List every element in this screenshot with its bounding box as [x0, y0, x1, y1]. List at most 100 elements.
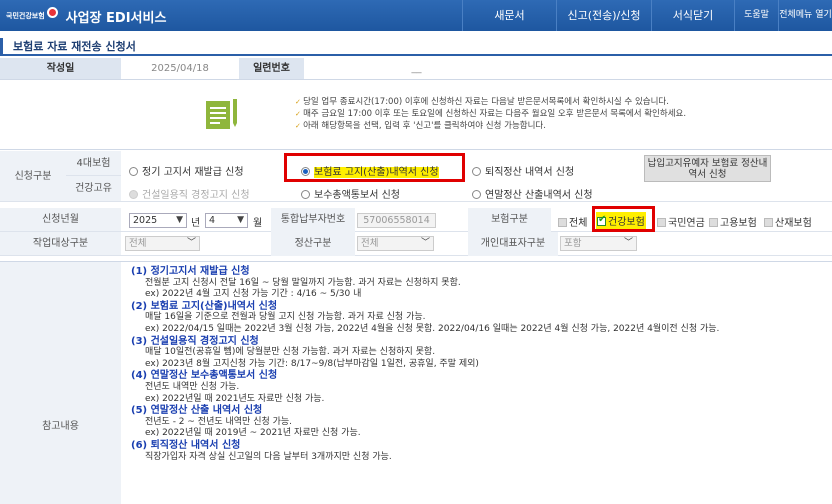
- reference-line: ex) 2022/04/15 일때는 2022년 3월 신청 가능, 2022년…: [145, 323, 720, 334]
- logo-text: 국민건강보험: [6, 12, 45, 20]
- nav-help[interactable]: 도움말: [734, 0, 778, 31]
- radio-icon: [129, 167, 138, 176]
- checkbox-icon: [558, 218, 567, 227]
- reference-label: 참고내용: [0, 262, 121, 504]
- reference-line: 직장가입자 자격 상실 신고일의 다음 날부터 3개까지만 신청 가능.: [145, 451, 392, 462]
- chevron-down-icon: ▼: [237, 215, 244, 225]
- option-label: 보수총액통보서 신청: [314, 190, 400, 201]
- reference-heading: (5) 연말정산 산출 내역서 신청: [131, 405, 263, 417]
- checkbox-all[interactable]: 전체: [558, 214, 587, 229]
- option-label: 보험료 고지(산출)내역서 신청: [314, 167, 439, 178]
- bill-number-field: 57006558014: [357, 213, 436, 228]
- rep-type-select[interactable]: 포함 ﹀: [560, 236, 637, 251]
- reference-body: (1) 정기고지서 재발급 신청 전월분 고지 신청시 전달 16일 ~ 당월 …: [131, 266, 831, 463]
- reference-line: 매달 10일전(공휴일 뻼)에 당월분만 신청 가능함. 과거 자료는 신청하지…: [145, 347, 436, 358]
- chevron-down-icon: ﹀: [623, 238, 633, 248]
- option-year-end-statement[interactable]: 연말정산 산출내역서 신청: [472, 186, 593, 201]
- option-label: 정기 고지서 재발급 신청: [142, 167, 244, 178]
- radio-disabled-icon: [129, 190, 138, 199]
- top-nav: 새문서 신고(전송)/신청 서식닫기 도움말 전체메뉴 열기: [462, 0, 832, 31]
- checkbox-icon: [657, 218, 666, 227]
- reference-line: 매달 16일을 기준으로 전월과 당월 고지 신청 가능함. 과거 자료 신청 …: [145, 312, 426, 323]
- reference-line: 전년도 - 2 ~ 전년도 내역만 신청 가능.: [145, 416, 293, 427]
- reference-line: ex) 2022년일 때 2019년 ~ 2021년 자료만 신청 가능.: [145, 428, 361, 439]
- notice-item: 아래 해당항목을 선택, 입력 후 '신고'를 클릭하여야 신청 가능합니다.: [295, 120, 686, 132]
- checkbox-icon: [764, 218, 773, 227]
- form-header-row: 작성일 2025/04/18 일련번호 __: [0, 58, 832, 80]
- document-icon: [206, 99, 237, 129]
- settle-type-value: 전체: [361, 238, 379, 249]
- reference-heading: (6) 퇴직정산 내역서 신청: [131, 439, 241, 451]
- nav-new-document[interactable]: 새문서: [462, 0, 556, 31]
- nav-close-form[interactable]: 서식닫기: [651, 0, 734, 31]
- notice-box: 당일 업무 종료시간(17:00) 이후에 신청하신 자료는 다음날 받은문서목…: [0, 80, 832, 150]
- nav-open-all-menu[interactable]: 전체메뉴 열기: [778, 0, 832, 31]
- logo[interactable]: 국민건강보험 사업장 EDI서비스: [6, 6, 166, 26]
- checkbox-label: 국민연금: [668, 218, 705, 229]
- checkbox-label: 전체: [569, 218, 588, 229]
- rep-type-label: 개인대표자구분: [468, 232, 558, 256]
- reference-section: 참고내용 (1) 정기고지서 재발급 신청 전월분 고지 신청시 전달 16일 …: [0, 261, 832, 504]
- checkbox-health-insurance[interactable]: 건강보험: [596, 212, 646, 229]
- option-regular-bill-reissue[interactable]: 정기 고지서 재발급 신청: [129, 163, 244, 178]
- radio-icon: [472, 167, 481, 176]
- app-title: 사업장 EDI서비스: [65, 10, 167, 26]
- notice-item: 당일 업무 종료시간(17:00) 이후에 신청하신 자료는 다음날 받은문서목…: [295, 96, 686, 108]
- chevron-down-icon: ﹀: [420, 238, 430, 248]
- chevron-down-icon: ▼: [176, 215, 183, 225]
- page-title: 보험료 자료 재전송 신청서: [0, 38, 832, 54]
- chevron-down-icon: ﹀: [186, 238, 196, 248]
- month-select[interactable]: 4 ▼: [205, 213, 248, 228]
- reference-line: 전월분 고지 신청시 전달 16일 ~ 당월 말일까지 가능함. 과거 자료는 …: [145, 277, 461, 288]
- apply-group2-label: 건강고유: [66, 176, 121, 202]
- reference-heading: (1) 정기고지서 재발급 신청: [131, 266, 250, 277]
- radio-selected-icon: [301, 167, 310, 176]
- work-type-select[interactable]: 전체 ﹀: [125, 236, 200, 251]
- rep-type-value: 포함: [564, 238, 582, 249]
- reference-line: 전년도 내역만 신청 가능.: [145, 381, 240, 392]
- radio-icon: [301, 190, 310, 199]
- year-value: 2025: [133, 215, 158, 226]
- reference-line: ex) 2023년 8월 고지신청 가능 기간: 8/17~9/8(납부마감일 …: [145, 358, 479, 369]
- year-select[interactable]: 2025 ▼: [129, 213, 187, 228]
- option-label: 퇴직정산 내역서 신청: [485, 167, 575, 178]
- option-label: 건설일용직 경정고지 신청: [142, 190, 250, 201]
- option-construction-daily-correction: 건설일용직 경정고지 신청: [129, 186, 250, 201]
- settle-type-label: 정산구분: [271, 232, 355, 256]
- serial-value: __: [411, 63, 422, 74]
- insurance-type-label: 보험구분: [468, 208, 551, 232]
- nav-submit-apply[interactable]: 신고(전송)/신청: [556, 0, 651, 31]
- work-type-value: 전체: [129, 238, 147, 249]
- logo-icon: [46, 6, 58, 18]
- reference-heading: (4) 연말정산 보수총액통보서 신청: [131, 370, 278, 382]
- option-retirement-settlement[interactable]: 퇴직정산 내역서 신청: [472, 163, 574, 178]
- month-value: 4: [209, 215, 216, 226]
- title-divider: [0, 54, 832, 56]
- option-total-pay-notice[interactable]: 보수총액통보서 신청: [301, 186, 400, 201]
- checkbox-national-pension[interactable]: 국민연금: [657, 214, 705, 229]
- bill-number-label: 통합납부자번호: [271, 208, 355, 232]
- checkbox-label: 산재보험: [775, 218, 812, 229]
- reference-heading: (2) 보험료 고지(산출)내역서 신청: [131, 300, 278, 312]
- checkbox-employment-insurance[interactable]: 고용보험: [709, 214, 757, 229]
- checkbox-label: 건강보험: [608, 217, 645, 228]
- option-label: 연말정산 산출내역서 신청: [485, 190, 593, 201]
- month-unit: 월: [253, 218, 263, 229]
- checkbox-industrial-accident[interactable]: 산재보험: [764, 214, 812, 229]
- checkbox-icon: [709, 218, 718, 227]
- checkbox-label: 고용보험: [720, 218, 757, 229]
- reference-line: ex) 2022년 4월 고지 신청 가능 기간 : 4/16 ~ 5/30 내: [145, 289, 362, 300]
- settle-type-select[interactable]: 전체 ﹀: [357, 236, 434, 251]
- reference-heading: (3) 건설일용직 경정고지 신청: [131, 335, 259, 347]
- option-premium-bill-statement[interactable]: 보험료 고지(산출)내역서 신청: [301, 163, 439, 178]
- date-value: 2025/04/18: [151, 63, 209, 74]
- request-month-label: 신청년월: [0, 208, 121, 232]
- work-type-label: 작업대상구분: [0, 232, 121, 256]
- notice-list: 당일 업무 종료시간(17:00) 이후에 신청하신 자료는 다음날 받은문서목…: [295, 96, 686, 132]
- checkbox-checked-icon: [597, 214, 606, 226]
- reference-line: ex) 2022년일 때 2021년도 자료만 신청 가능.: [145, 393, 325, 404]
- deferred-payer-settlement-button[interactable]: 납입고지유예자 보험료 정산내역서 신청: [644, 155, 771, 182]
- apply-group1-label: 4대보험: [66, 151, 121, 176]
- date-label: 작성일: [0, 58, 121, 79]
- serial-label: 일련번호: [239, 58, 304, 79]
